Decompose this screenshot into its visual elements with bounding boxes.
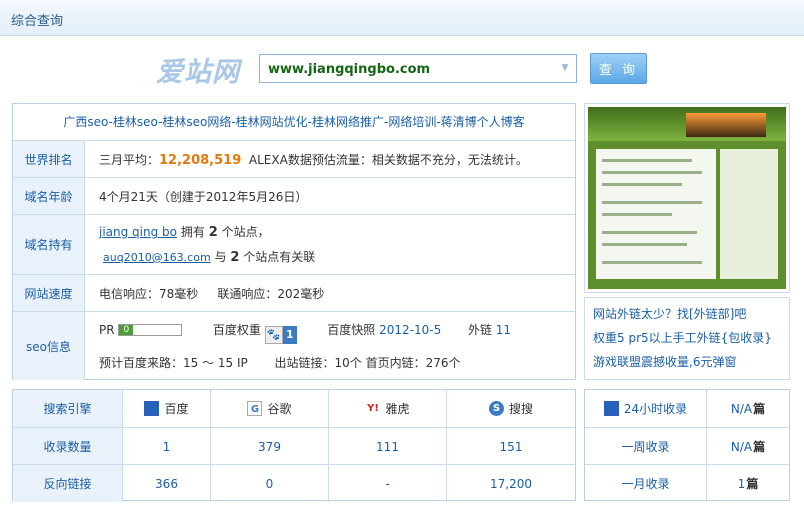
stat-label: 24小时收录 — [623, 402, 688, 416]
baidu-index[interactable]: 1 — [122, 428, 210, 465]
rel-suffix: 个站点有关联 — [243, 250, 316, 264]
rel-count: 2 — [230, 250, 240, 265]
ad-link[interactable]: 权重5 pr5以上手工外链{包收录} — [593, 326, 781, 350]
backlink-label: 反向链接 — [13, 465, 122, 502]
site-info-table: 广西seo-桂林seo-桂林seo网络-桂林网站优化-桂林网络推广-网络培训-蒋… — [12, 103, 576, 380]
engine-name: 搜搜 — [508, 402, 533, 416]
outlinks-value[interactable]: 11 — [496, 323, 511, 337]
google-index[interactable]: 379 — [210, 428, 328, 465]
stat-row: 一月收录 1篇 — [585, 464, 789, 502]
stat-unit: 篇 — [753, 402, 766, 416]
page-title: 综合查询 — [11, 14, 64, 29]
yahoo-y-icon: Y! — [367, 403, 379, 414]
stat-value: N/A — [730, 439, 753, 454]
world-rank-prefix: 三月平均： — [99, 153, 160, 167]
soso-backlinks[interactable]: 17,200 — [446, 465, 575, 502]
recent-index-table: 🐾 24小时收录 N/A 篇 一周收录 N/A 篇 一月收录 1篇 — [584, 389, 790, 502]
pr-value: 0 — [119, 325, 134, 335]
stat-label: 一月收录 — [585, 465, 707, 502]
index-count-row: 收录数量 1 379 111 151 — [13, 427, 575, 465]
soso-s-icon: S — [488, 401, 504, 416]
chevron-down-icon[interactable]: ▼ — [558, 61, 572, 76]
domain-age-label: 域名年龄 — [13, 178, 85, 214]
domain-age-row: 域名年龄 4个月21天（创建于2012年5月26日） — [13, 177, 575, 214]
backlink-row: 反向链接 366 0 - 17,200 — [13, 464, 575, 502]
home-links: 首页内链：276个 — [365, 356, 461, 370]
owner-email-link[interactable]: auq2010@163.com — [103, 251, 211, 264]
domain-owner-row: 域名持有 jiang qing bo 拥有 2 个站点， auq2010@163… — [13, 214, 575, 274]
domain-search-box[interactable]: ▼ — [259, 54, 577, 83]
pr-label: PR — [99, 323, 115, 337]
baidu-estimate: 预计百度来路：15 ～ 15 IP — [99, 356, 248, 370]
alexa-note: ALEXA数据预估流量：相关数据不充分，无法统计。 — [248, 153, 528, 167]
engine-name: 百度 — [164, 402, 189, 416]
index-label: 收录数量 — [13, 428, 122, 465]
domain-search-input[interactable] — [268, 59, 548, 79]
baidu-backlinks[interactable]: 366 — [122, 465, 210, 502]
site-thumbnail[interactable] — [584, 103, 790, 293]
baidu-paw-icon: 🐾 — [264, 326, 283, 344]
stat-unit: 篇 — [746, 477, 759, 491]
owns-count: 2 — [208, 225, 218, 240]
world-rank-label: 世界排名 — [13, 141, 85, 177]
speed-row: 网站速度 电信响应：78毫秒 联通响应：202毫秒 — [13, 274, 575, 311]
domain-age-value: 4个月21天（创建于2012年5月26日） — [99, 190, 308, 204]
unicom-speed: 联通响应：202毫秒 — [217, 287, 325, 301]
engine-name: 雅虎 — [385, 402, 410, 416]
outlinks-label: 外链 — [467, 323, 492, 337]
baidu-paw-icon: 🐾 — [603, 401, 619, 416]
yahoo-index[interactable]: 111 — [328, 428, 446, 465]
owns-prefix: 拥有 — [180, 225, 205, 239]
aizhan-logo: 爱站网 — [156, 57, 240, 88]
out-links: 出站链接：10个 — [274, 356, 362, 370]
stat-row: 一周收录 N/A 篇 — [585, 427, 789, 465]
snapshot-label: 百度快照 — [327, 323, 376, 337]
seo-label: seo信息 — [13, 312, 85, 380]
rel-prefix: 与 — [214, 250, 227, 264]
stat-row: 🐾 24小时收录 N/A 篇 — [585, 390, 789, 427]
engine-name: 谷歌 — [267, 402, 292, 416]
telecom-speed: 电信响应：78毫秒 — [99, 287, 199, 301]
top-bar: 综合查询 — [0, 0, 804, 36]
stat-unit: 篇 — [753, 440, 766, 454]
owns-suffix: 个站点， — [221, 225, 270, 239]
soso-index[interactable]: 151 — [446, 428, 575, 465]
ad-links-box: 网站外链太少？找[外链部]吧 权重5 pr5以上手工外链{包收录} 游戏联盟震撼… — [584, 297, 790, 380]
baidu-weight-label: 百度权重 — [212, 323, 261, 337]
engine-header-row: 搜索引擎 🐾 百度 G 谷歌 Y! 雅虎 S 搜搜 — [13, 390, 575, 427]
search-engine-table: 搜索引擎 🐾 百度 G 谷歌 Y! 雅虎 S 搜搜 收录数量 1 379 111 151… — [12, 389, 576, 502]
engine-header-label: 搜索引擎 — [13, 390, 122, 427]
pr-bar: 0 — [118, 324, 183, 336]
ad-link[interactable]: 网站外链太少？找[外链部]吧 — [593, 302, 781, 326]
baidu-paw-icon: 🐾 — [144, 401, 160, 416]
baidu-weight-value: 1 — [282, 326, 297, 344]
google-g-icon: G — [247, 401, 263, 416]
domain-owner-label: 域名持有 — [13, 215, 85, 274]
google-backlinks[interactable]: 0 — [210, 465, 328, 502]
stat-value: 1 — [737, 476, 746, 491]
owner-name-link[interactable]: jiang qing bo — [99, 225, 177, 239]
seo-row: seo信息 PR 0 百度权重 🐾 1 百度快照 2012-10-5 外链 11 … — [13, 311, 575, 380]
ad-link[interactable]: 游戏联盟震撼收量,6元弹窗 — [593, 350, 781, 374]
site-title: 广西seo-桂林seo-桂林seo网络-桂林网站优化-桂林网络推广-网络培训-蒋… — [63, 115, 525, 129]
query-button[interactable]: 查 询 — [590, 53, 647, 84]
speed-label: 网站速度 — [13, 275, 85, 311]
snapshot-value[interactable]: 2012-10-5 — [379, 323, 441, 337]
stat-label: 一周收录 — [585, 428, 707, 465]
world-rank-value: 12,208,519 — [159, 153, 242, 168]
yahoo-backlinks: - — [328, 465, 446, 502]
stat-value: N/A — [730, 401, 753, 416]
world-rank-row: 世界排名 三月平均：12,208,519 ALEXA数据预估流量：相关数据不充分… — [13, 140, 575, 177]
